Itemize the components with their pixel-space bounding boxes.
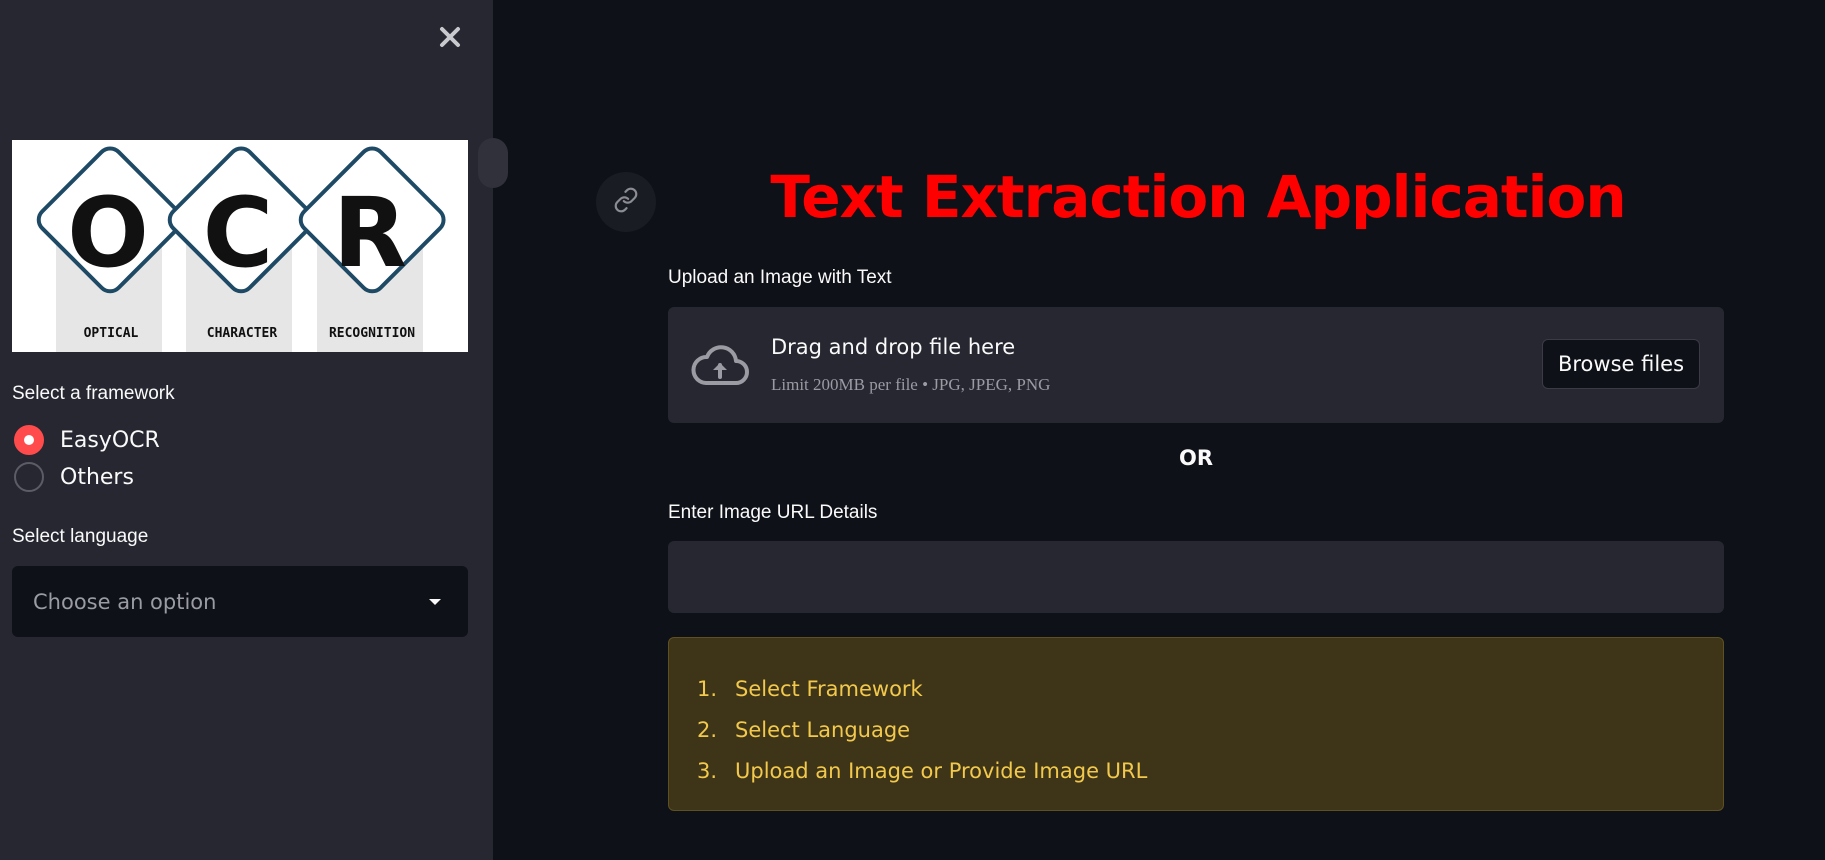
image-url-input[interactable] [668,541,1724,613]
language-select-placeholder: Choose an option [33,589,217,614]
drag-drop-text: Drag and drop file here [771,335,1016,359]
upload-label: Upload an Image with Text [668,267,892,288]
sidebar-resize-handle[interactable] [478,138,508,188]
logo-caption-recognition: RECOGNITION [329,326,415,341]
or-separator: OR [1178,446,1214,470]
radio-others[interactable]: Others [14,462,134,492]
logo-letter-r: R [333,177,407,289]
language-label: Select language [12,526,149,547]
instructions-warning-box: 1. Select Framework 2. Select Language 3… [668,637,1724,811]
list-item-text: Select Framework [735,676,923,701]
language-select[interactable]: Choose an option [12,566,468,637]
radio-unchecked-icon [14,462,44,492]
logo-caption-optical: OPTICAL [84,326,139,341]
radio-checked-icon [14,425,44,455]
logo-caption-character: CHARACTER [207,326,278,341]
instructions-list: 1. Select Framework 2. Select Language 3… [697,668,1723,791]
url-label: Enter Image URL Details [668,502,878,523]
list-item-text: Select Language [735,717,911,742]
app-root: O C R OPTICAL CHARACTER RECOGNITION Sele… [0,0,1825,860]
title-anchor-link[interactable] [596,172,656,232]
link-icon [613,187,639,217]
list-item: 3. Upload an Image or Provide Image URL [697,750,1723,791]
file-uploader-dropzone[interactable]: Drag and drop file here Limit 200MB per … [668,307,1724,423]
list-item: 2. Select Language [697,709,1723,750]
radio-easyocr-label: EasyOCR [60,427,160,453]
upload-limit-text: Limit 200MB per file • JPG, JPEG, PNG [771,375,1051,394]
list-item-number: 1. [697,676,718,701]
browse-files-button[interactable]: Browse files [1542,339,1700,389]
radio-others-label: Others [60,464,134,490]
close-icon [439,26,461,52]
logo-letter-o: O [67,177,149,289]
framework-label: Select a framework [12,383,175,404]
ocr-logo: O C R OPTICAL CHARACTER RECOGNITION [12,140,468,352]
radio-easyocr[interactable]: EasyOCR [14,425,160,455]
caret-down-icon [429,598,441,605]
list-item-text: Upload an Image or Provide Image URL [735,758,1148,783]
close-sidebar-button[interactable] [433,22,467,56]
list-item: 1. Select Framework [697,668,1723,709]
list-item-number: 2. [697,717,718,742]
sidebar: O C R OPTICAL CHARACTER RECOGNITION Sele… [0,0,493,860]
list-item-number: 3. [697,758,718,783]
cloud-upload-icon [691,343,749,391]
logo-letter-c: C [203,177,273,289]
page-title: Text Extraction Application [770,163,1626,231]
